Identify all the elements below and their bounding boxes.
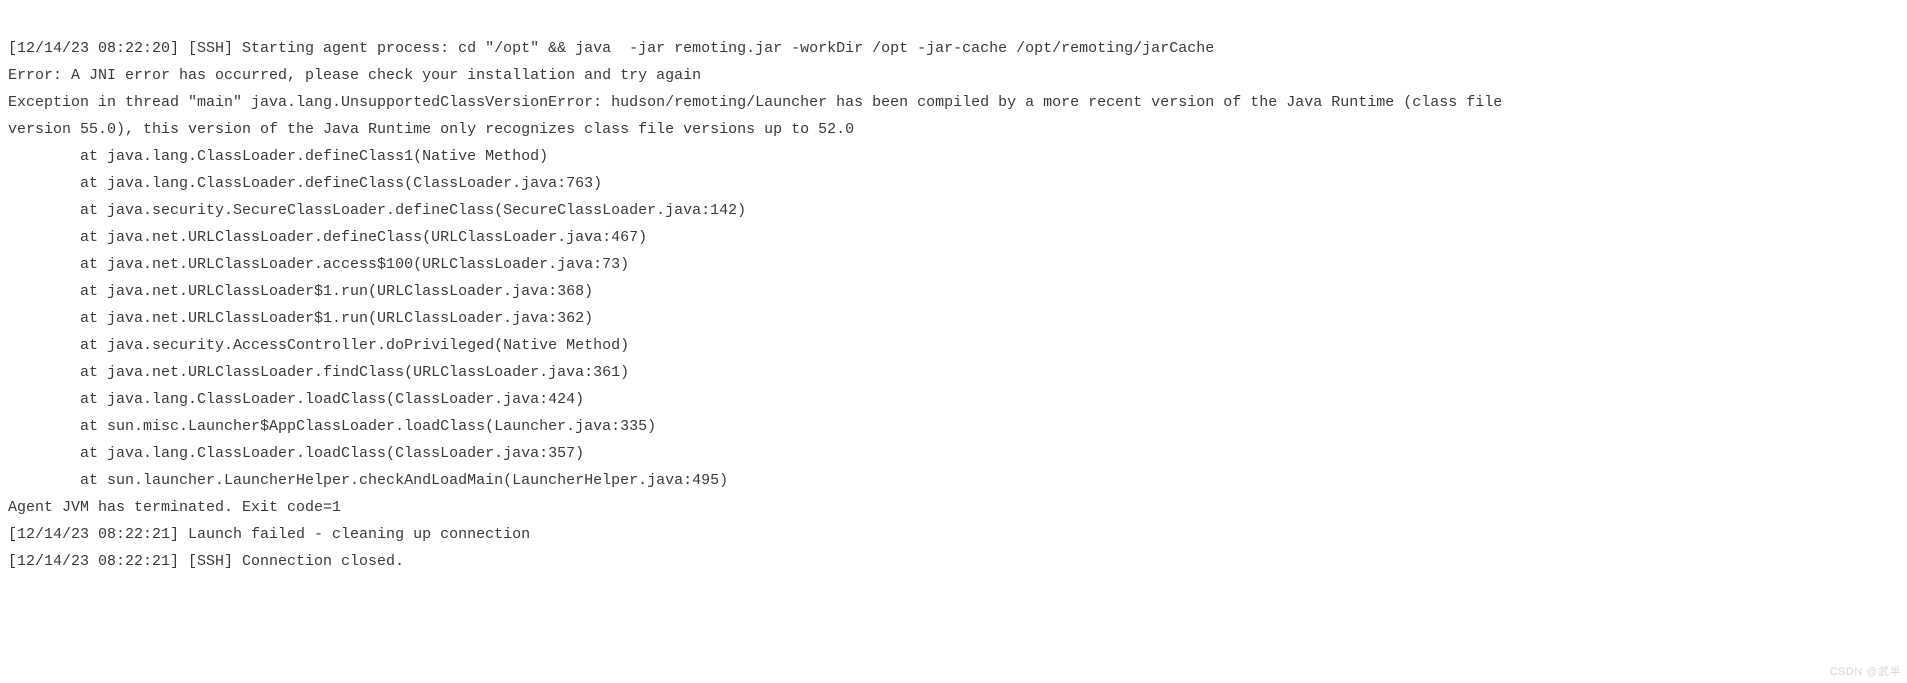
log-line: [12/14/23 08:22:21] Launch failed - clea… — [8, 526, 530, 543]
log-line: at sun.launcher.LauncherHelper.checkAndL… — [8, 472, 728, 489]
log-line: Exception in thread "main" java.lang.Uns… — [8, 94, 1502, 111]
log-line: at sun.misc.Launcher$AppClassLoader.load… — [8, 418, 656, 435]
log-line: at java.security.SecureClassLoader.defin… — [8, 202, 746, 219]
console-log: [12/14/23 08:22:20] [SSH] Starting agent… — [0, 0, 1907, 583]
log-line: at java.net.URLClassLoader$1.run(URLClas… — [8, 310, 593, 327]
log-line: at java.lang.ClassLoader.loadClass(Class… — [8, 445, 584, 462]
log-line: Error: A JNI error has occurred, please … — [8, 67, 701, 84]
watermark: CSDN @武半 — [1830, 663, 1901, 679]
log-line: at java.net.URLClassLoader.access$100(UR… — [8, 256, 629, 273]
log-line: at java.lang.ClassLoader.loadClass(Class… — [8, 391, 584, 408]
log-line: Agent JVM has terminated. Exit code=1 — [8, 499, 341, 516]
log-line: at java.net.URLClassLoader.findClass(URL… — [8, 364, 629, 381]
log-line: at java.net.URLClassLoader$1.run(URLClas… — [8, 283, 593, 300]
log-line: at java.security.AccessController.doPriv… — [8, 337, 629, 354]
log-line: version 55.0), this version of the Java … — [8, 121, 854, 138]
log-line: at java.lang.ClassLoader.defineClass1(Na… — [8, 148, 548, 165]
log-line: [12/14/23 08:22:21] [SSH] Connection clo… — [8, 553, 404, 570]
log-line: at java.lang.ClassLoader.defineClass(Cla… — [8, 175, 602, 192]
log-line: at java.net.URLClassLoader.defineClass(U… — [8, 229, 647, 246]
log-line: [12/14/23 08:22:20] [SSH] Starting agent… — [8, 40, 1214, 57]
